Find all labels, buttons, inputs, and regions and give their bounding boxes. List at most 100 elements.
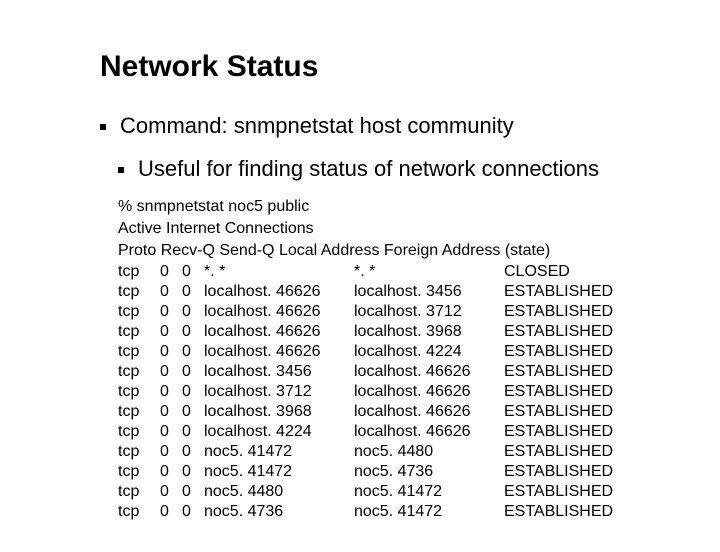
cell-recvq: 0: [160, 402, 182, 422]
cell-recvq: 0: [160, 342, 182, 362]
cell-sendq: 0: [182, 322, 204, 342]
cell-proto: tcp: [118, 342, 160, 362]
cell-state: ESTABLISHED: [504, 482, 634, 502]
table-row: tcp00*. **. *CLOSED: [118, 262, 660, 282]
table-row: tcp00localhost. 3968localhost. 46626ESTA…: [118, 402, 660, 422]
table-row: tcp00localhost. 46626localhost. 3968ESTA…: [118, 322, 660, 342]
cell-proto: tcp: [118, 322, 160, 342]
table-row: tcp00localhost. 3712localhost. 46626ESTA…: [118, 382, 660, 402]
cell-state: ESTABLISHED: [504, 382, 634, 402]
cell-proto: tcp: [118, 422, 160, 442]
cell-state: ESTABLISHED: [504, 422, 634, 442]
cell-sendq: 0: [182, 502, 204, 522]
terminal-output: % snmpnetstat noc5 public Active Interne…: [118, 197, 660, 522]
cell-foreign: localhost. 46626: [354, 422, 504, 442]
cell-local: localhost. 46626: [204, 282, 354, 302]
cell-recvq: 0: [160, 282, 182, 302]
cell-local: noc5. 41472: [204, 442, 354, 462]
cell-sendq: 0: [182, 262, 204, 282]
cell-local: localhost. 46626: [204, 302, 354, 322]
cell-proto: tcp: [118, 482, 160, 502]
cell-sendq: 0: [182, 482, 204, 502]
cell-foreign: noc5. 41472: [354, 502, 504, 522]
slide-title: Network Status: [100, 50, 660, 84]
bullet-2-text: Useful for finding status of network con…: [138, 155, 599, 184]
table-row: tcp00localhost. 46626localhost. 4224ESTA…: [118, 342, 660, 362]
cell-state: ESTABLISHED: [504, 402, 634, 422]
cell-foreign: noc5. 4736: [354, 462, 504, 482]
cmd-heading: Active Internet Connections: [118, 219, 660, 239]
cell-sendq: 0: [182, 362, 204, 382]
cell-recvq: 0: [160, 302, 182, 322]
cell-foreign: *. *: [354, 262, 504, 282]
cell-proto: tcp: [118, 302, 160, 322]
cell-state: ESTABLISHED: [504, 462, 634, 482]
cell-local: localhost. 46626: [204, 322, 354, 342]
cell-proto: tcp: [118, 282, 160, 302]
cmd-line: % snmpnetstat noc5 public: [118, 197, 660, 217]
table-row: tcp00localhost. 46626localhost. 3456ESTA…: [118, 282, 660, 302]
cell-recvq: 0: [160, 362, 182, 382]
table-row: tcp00noc5. 41472noc5. 4480ESTABLISHED: [118, 442, 660, 462]
cell-recvq: 0: [160, 462, 182, 482]
table-row: tcp00localhost. 3456localhost. 46626ESTA…: [118, 362, 660, 382]
cell-sendq: 0: [182, 422, 204, 442]
cell-local: localhost. 3712: [204, 382, 354, 402]
cell-recvq: 0: [160, 442, 182, 462]
cell-sendq: 0: [182, 402, 204, 422]
cell-foreign: localhost. 4224: [354, 342, 504, 362]
table-row: tcp00noc5. 4480noc5. 41472ESTABLISHED: [118, 482, 660, 502]
cell-proto: tcp: [118, 402, 160, 422]
table-header: Proto Recv-Q Send-Q Local Address Foreig…: [118, 241, 660, 261]
cell-foreign: localhost. 46626: [354, 382, 504, 402]
cell-state: ESTABLISHED: [504, 502, 634, 522]
cell-proto: tcp: [118, 362, 160, 382]
cell-recvq: 0: [160, 382, 182, 402]
table-row: tcp00localhost. 4224localhost. 46626ESTA…: [118, 422, 660, 442]
cell-recvq: 0: [160, 482, 182, 502]
table-row: tcp00localhost. 46626localhost. 3712ESTA…: [118, 302, 660, 322]
cell-state: CLOSED: [504, 262, 634, 282]
cell-recvq: 0: [160, 502, 182, 522]
bullet-icon: [118, 167, 124, 173]
cell-state: ESTABLISHED: [504, 322, 634, 342]
cell-state: ESTABLISHED: [504, 302, 634, 322]
cell-foreign: localhost. 3712: [354, 302, 504, 322]
table-row: tcp00noc5. 41472noc5. 4736ESTABLISHED: [118, 462, 660, 482]
cell-local: localhost. 3968: [204, 402, 354, 422]
cell-foreign: localhost. 46626: [354, 402, 504, 422]
bullet-2: Useful for finding status of network con…: [118, 155, 660, 184]
cell-local: noc5. 4736: [204, 502, 354, 522]
cell-local: *. *: [204, 262, 354, 282]
cell-foreign: localhost. 46626: [354, 362, 504, 382]
cell-recvq: 0: [160, 322, 182, 342]
bullet-1: Command: snmpnetstat host community: [100, 112, 660, 141]
cell-proto: tcp: [118, 442, 160, 462]
cell-proto: tcp: [118, 462, 160, 482]
cell-sendq: 0: [182, 282, 204, 302]
cell-state: ESTABLISHED: [504, 362, 634, 382]
cell-state: ESTABLISHED: [504, 342, 634, 362]
bullet-1-text: Command: snmpnetstat host community: [120, 112, 514, 141]
table-row: tcp00noc5. 4736noc5. 41472ESTABLISHED: [118, 502, 660, 522]
cell-sendq: 0: [182, 382, 204, 402]
cell-recvq: 0: [160, 262, 182, 282]
cell-sendq: 0: [182, 302, 204, 322]
cell-local: noc5. 4480: [204, 482, 354, 502]
cell-state: ESTABLISHED: [504, 442, 634, 462]
cell-sendq: 0: [182, 442, 204, 462]
cell-local: localhost. 4224: [204, 422, 354, 442]
cell-foreign: noc5. 41472: [354, 482, 504, 502]
cell-recvq: 0: [160, 422, 182, 442]
cell-foreign: localhost. 3968: [354, 322, 504, 342]
cell-sendq: 0: [182, 342, 204, 362]
bullet-icon: [100, 124, 106, 130]
cell-local: localhost. 3456: [204, 362, 354, 382]
cell-proto: tcp: [118, 502, 160, 522]
cell-state: ESTABLISHED: [504, 282, 634, 302]
cell-proto: tcp: [118, 382, 160, 402]
cell-local: localhost. 46626: [204, 342, 354, 362]
cell-sendq: 0: [182, 462, 204, 482]
cell-proto: tcp: [118, 262, 160, 282]
cell-local: noc5. 41472: [204, 462, 354, 482]
